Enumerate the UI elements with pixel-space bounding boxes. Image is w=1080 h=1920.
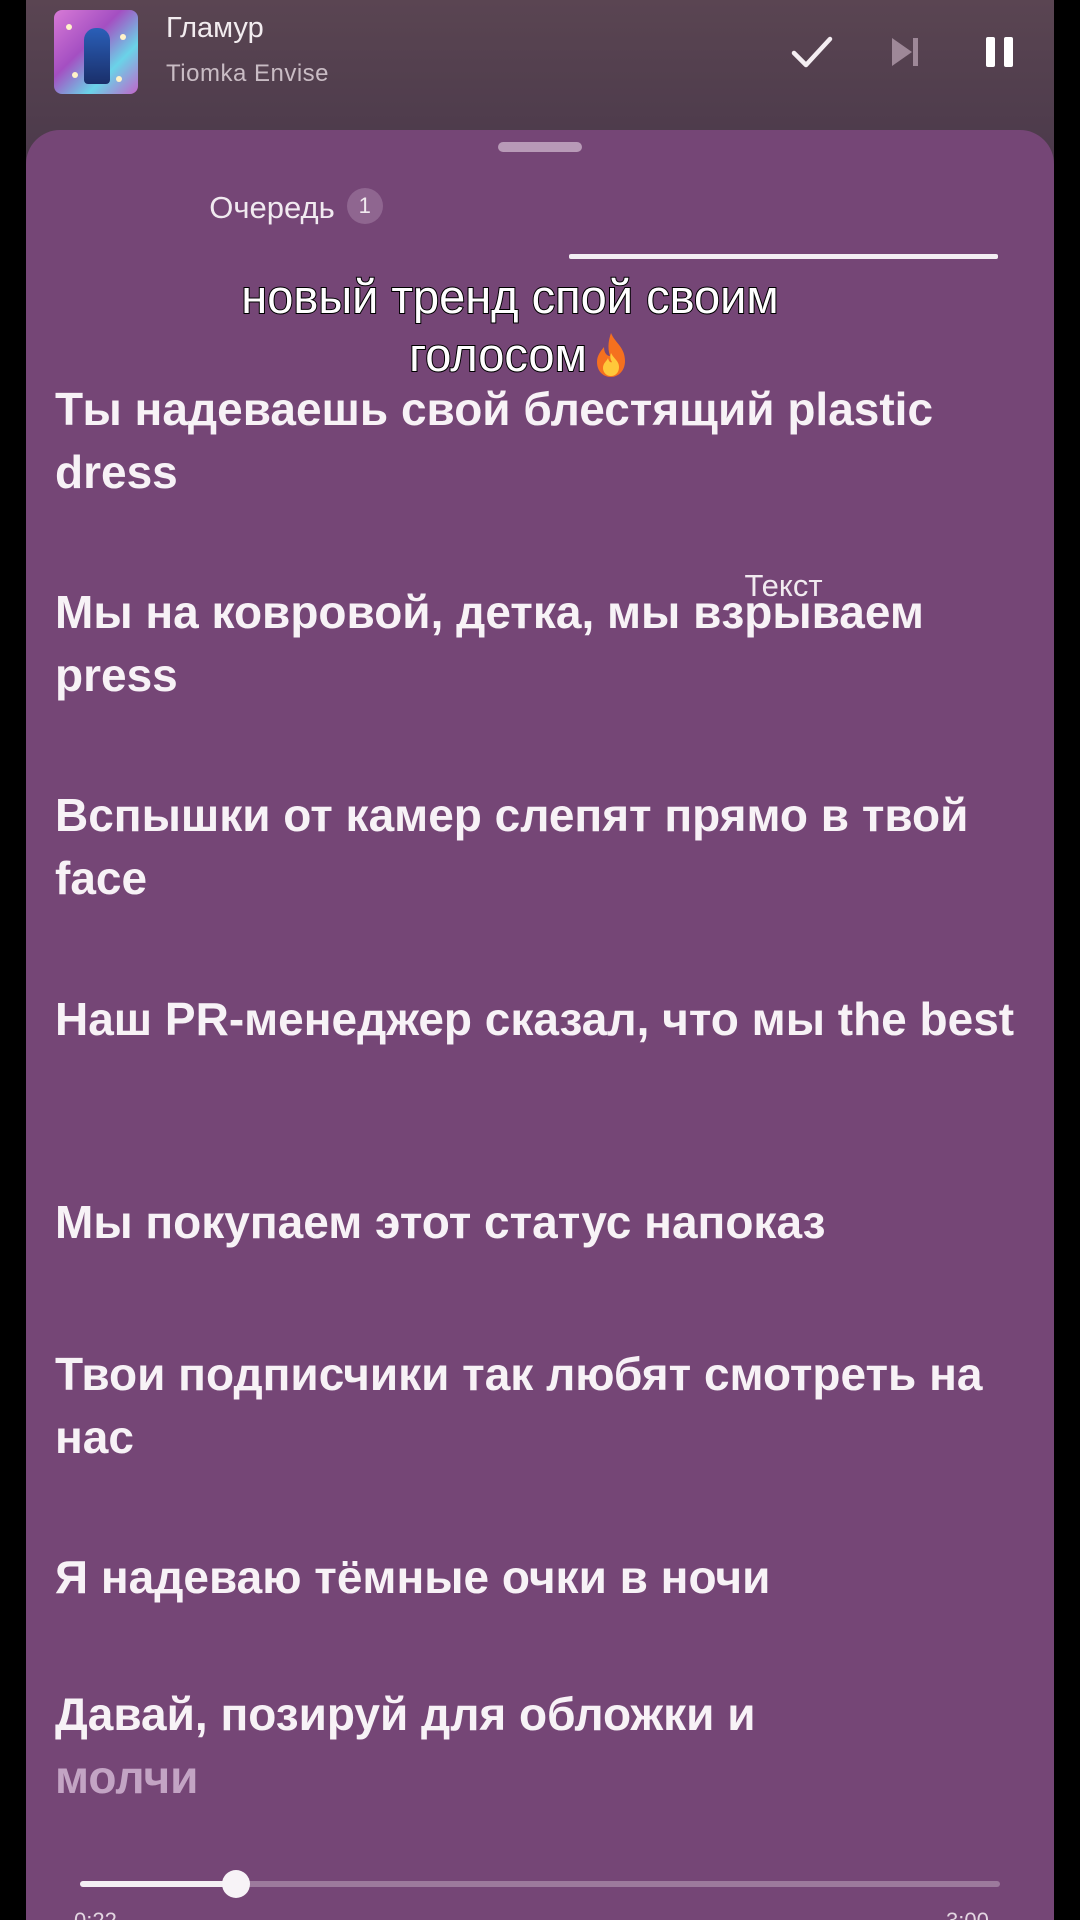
album-art-sparkle [120, 34, 126, 40]
fire-icon [591, 331, 631, 379]
caption-line-2-wrap: голосом [389, 326, 631, 384]
seek-knob[interactable] [222, 1870, 250, 1898]
skip-next-icon[interactable] [882, 28, 930, 76]
album-art[interactable] [54, 10, 138, 94]
caption-line-2: голосом [408, 327, 588, 382]
active-tab-indicator [569, 254, 998, 259]
lyric-line[interactable]: Я надеваю тёмные очки в ночи [55, 1546, 1015, 1609]
lyric-line-text: Давай, позируй для обложки и [55, 1688, 756, 1740]
lyric-line[interactable]: Мы покупаем этот статус напоказ [55, 1191, 1015, 1254]
check-icon[interactable] [788, 28, 836, 76]
pause-icon[interactable] [976, 28, 1024, 76]
caption-line-1: новый тренд спой своим [240, 269, 779, 324]
lyric-line[interactable]: Давай, позируй для обложки и молчи [55, 1683, 1015, 1809]
album-art-figure [84, 28, 110, 84]
album-art-sparkle [72, 72, 78, 78]
seek-bar[interactable] [80, 1868, 1000, 1898]
current-time: 0:22 [74, 1908, 117, 1920]
video-caption: новый тренд спой своим голосом [0, 268, 1020, 384]
track-artist: Tiomka Envise [166, 60, 329, 87]
duration: 3:00 [946, 1908, 989, 1920]
album-art-sparkle [66, 24, 72, 30]
track-title: Гламур [166, 12, 264, 44]
album-art-sparkle [116, 76, 122, 82]
drag-handle[interactable] [498, 142, 582, 152]
mini-player[interactable]: Гламур Tiomka Envise [26, 0, 1054, 130]
tab-bar: Очередь 1 Текст [26, 188, 1054, 603]
tab-queue-label: Очередь [209, 190, 335, 225]
lyric-line[interactable]: Вспышки от камер слепят прямо в твой fac… [55, 784, 1015, 910]
lyric-line[interactable]: Твои подписчики так любят смотреть на на… [55, 1343, 1015, 1469]
lyric-line[interactable]: Наш PR-менеджер сказал, что мы the best [55, 988, 1015, 1051]
seek-fill [80, 1881, 236, 1887]
lyric-line[interactable]: Ты надеваешь свой блестящий plastic dres… [55, 378, 1015, 504]
queue-count-badge: 1 [346, 188, 383, 224]
tab-queue[interactable]: Очередь 1 [116, 188, 476, 260]
lyric-line[interactable]: Мы на ковровой, детка, мы взрываем press [55, 581, 1015, 707]
lyric-line-upcoming: молчи [55, 1751, 199, 1803]
screen: Гламур Tiomka Envise Очередь 1 Текст нов… [0, 0, 1080, 1920]
